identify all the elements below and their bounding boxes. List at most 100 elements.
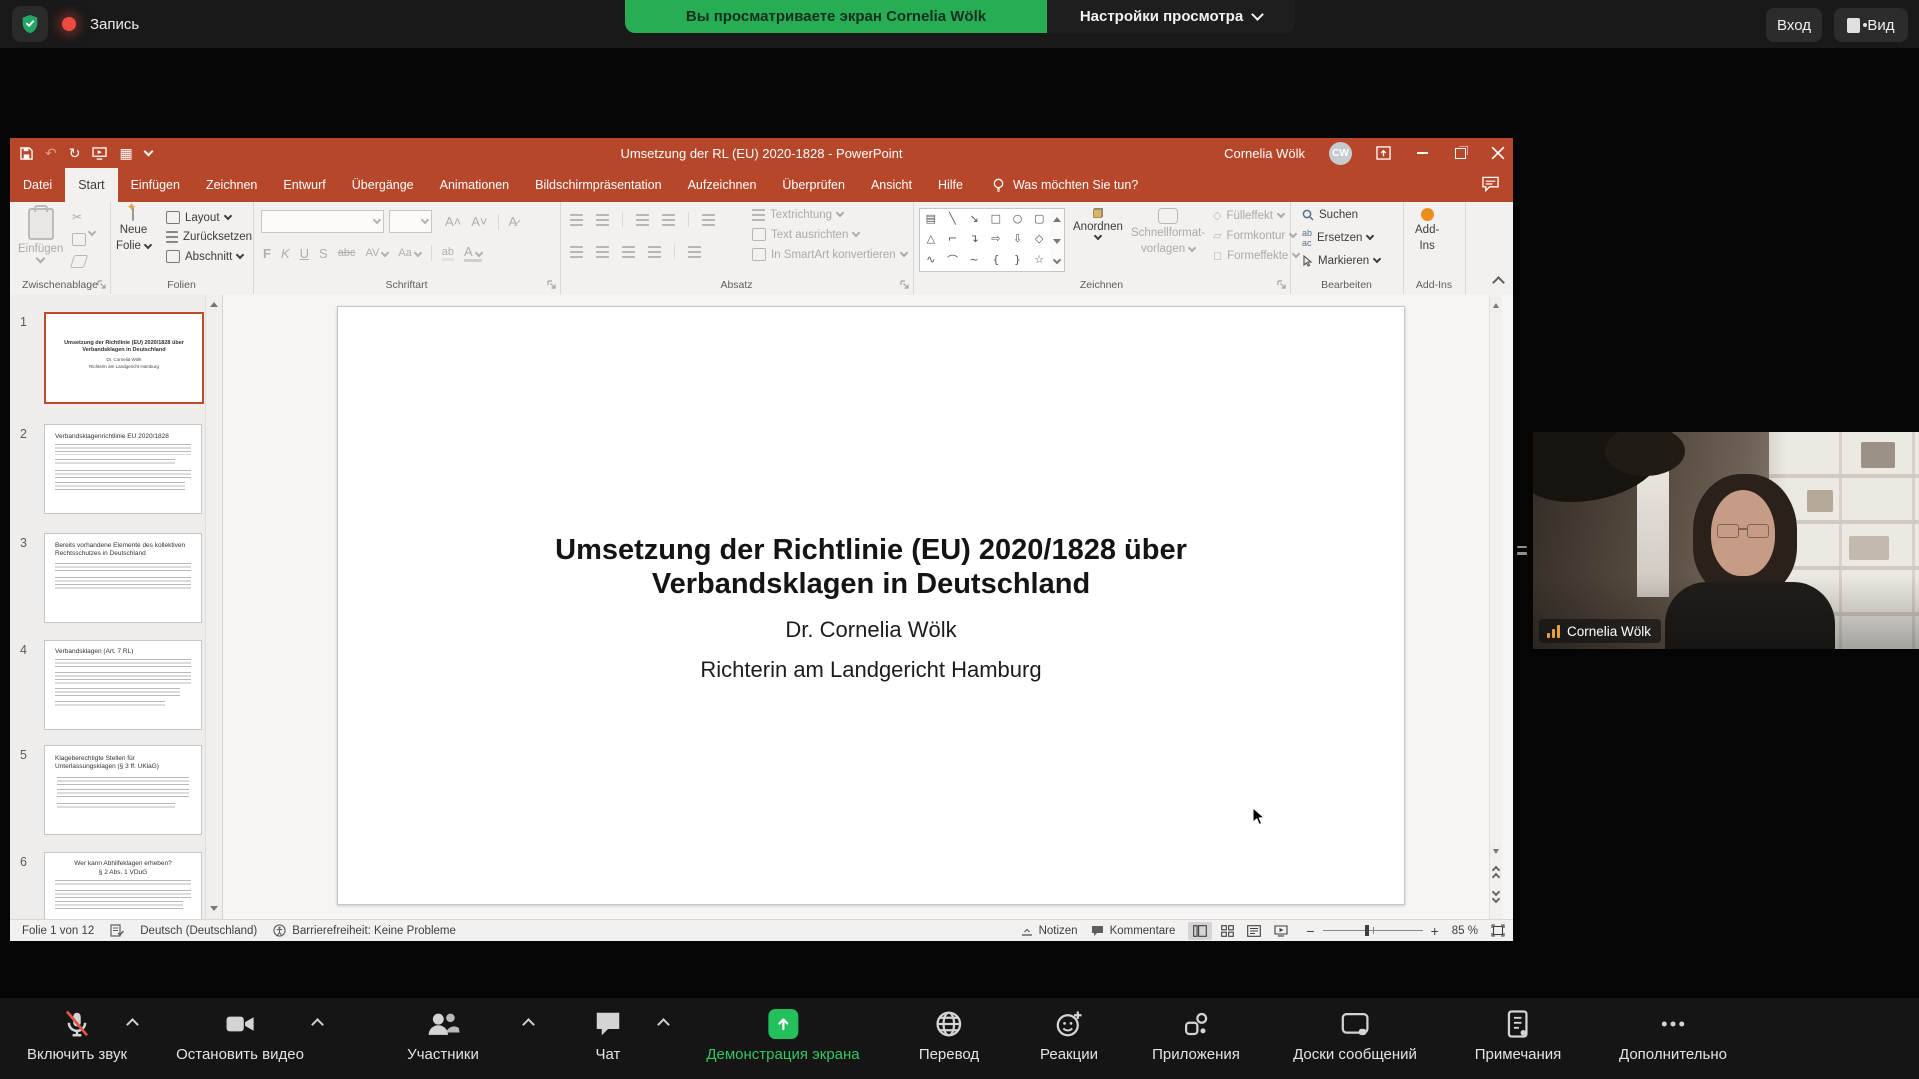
dialog-launcher-icon[interactable]	[97, 280, 106, 289]
char-spacing-icon[interactable]: AV	[365, 247, 388, 259]
normal-view-button[interactable]	[1188, 922, 1212, 940]
notes-toggle[interactable]: Notizen	[1021, 925, 1078, 937]
unmute-button[interactable]: Включить звук	[27, 1008, 127, 1063]
slide-sorter-view-button[interactable]	[1215, 922, 1239, 940]
recording-indicator[interactable]: Запись	[62, 0, 139, 48]
collapse-ribbon-icon[interactable]	[1492, 276, 1505, 289]
share-screen-button[interactable]: Демонстрация экрана	[706, 1008, 859, 1063]
tab-entwurf[interactable]: Entwurf	[270, 168, 338, 202]
slide-canvas[interactable]: Umsetzung der Richtlinie (EU) 2020/1828 …	[337, 306, 1405, 905]
grow-font-icon[interactable]: A˄	[445, 214, 461, 229]
fill-effect-button[interactable]: ◇Fülleffekt	[1213, 209, 1299, 222]
participants-options-chevron[interactable]	[522, 1018, 535, 1031]
fit-to-window-icon[interactable]	[1491, 924, 1505, 937]
strikethrough-icon[interactable]: abc	[338, 247, 356, 259]
tab-start[interactable]: Start	[65, 168, 117, 202]
dialog-launcher-icon[interactable]	[900, 280, 909, 289]
dialog-launcher-icon[interactable]	[1277, 280, 1286, 289]
translate-button[interactable]: Перевод	[919, 1008, 979, 1063]
font-size-combo[interactable]	[389, 210, 432, 233]
tab-aufzeichnen[interactable]: Aufzeichnen	[675, 168, 770, 202]
find-button[interactable]: Suchen	[1302, 209, 1380, 221]
language-status[interactable]: Deutsch (Deutschland)	[140, 925, 257, 937]
avatar[interactable]: CW	[1329, 142, 1352, 165]
more-button[interactable]: Дополнительно	[1619, 1008, 1727, 1063]
shapes-gallery[interactable]: ▤ ╲ ↘ □ ○ ▢ △ ⌐ ↴ ⇨ ⇩ ◇ ∿ ⌒ ~ { }	[919, 208, 1051, 272]
reactions-button[interactable]: Реакции	[1040, 1008, 1098, 1063]
previous-slide-button[interactable]	[1490, 865, 1502, 881]
slide-thumbnail-4[interactable]: Verbandsklagen (Art. 7 RL)	[44, 640, 202, 730]
scroll-down-icon[interactable]	[1490, 843, 1502, 859]
tab-animationen[interactable]: Animationen	[427, 168, 523, 202]
dialog-launcher-icon[interactable]	[547, 280, 556, 289]
paste-button[interactable]: Einfügen	[18, 208, 63, 262]
zoom-out-icon[interactable]: −	[1306, 923, 1314, 939]
slide-thumbnail-3[interactable]: Bereits vorhandene Elemente des kollekti…	[44, 533, 202, 623]
shapes-gallery-scroll[interactable]	[1050, 208, 1065, 272]
security-shield-button[interactable]	[12, 6, 48, 42]
bullets-icon[interactable]	[570, 214, 583, 226]
tab-ansicht[interactable]: Ansicht	[858, 168, 925, 202]
editor-scrollbar[interactable]	[1489, 295, 1502, 920]
cut-icon[interactable]: ✂	[72, 210, 95, 224]
start-presentation-icon[interactable]	[92, 147, 107, 160]
align-left-icon[interactable]	[570, 246, 583, 258]
table-icon[interactable]: ▦	[119, 146, 132, 160]
columns-icon[interactable]	[688, 246, 701, 258]
line-spacing-icon[interactable]	[702, 214, 715, 226]
reading-view-button[interactable]	[1242, 922, 1266, 940]
comments-icon[interactable]	[1482, 176, 1499, 192]
change-case-icon[interactable]: Aa	[398, 247, 420, 259]
zoom-slider-thumb[interactable]	[1365, 925, 1369, 936]
chat-options-chevron[interactable]	[657, 1018, 670, 1031]
shadow-icon[interactable]: S	[319, 246, 328, 261]
minimize-button[interactable]	[1415, 146, 1429, 160]
copy-icon[interactable]	[72, 233, 95, 246]
tab-uebergaenge[interactable]: Übergänge	[339, 168, 427, 202]
align-center-icon[interactable]	[596, 246, 609, 258]
section-button[interactable]: Abschnitt	[166, 250, 252, 263]
smartart-button[interactable]: In SmartArt konvertieren	[752, 248, 907, 261]
clear-format-icon[interactable]: A̷	[509, 214, 518, 229]
underline-icon[interactable]: U	[300, 246, 309, 261]
video-panel-handle[interactable]	[1516, 540, 1528, 560]
whiteboards-button[interactable]: Доски сообщений	[1293, 1008, 1417, 1063]
slide-thumbnail-6[interactable]: Wer kann Abhilfeklagen erheben? § 2 Abs.…	[44, 852, 202, 920]
format-painter-icon[interactable]	[72, 255, 95, 271]
highlight-icon[interactable]: ab	[442, 246, 454, 261]
zoom-percentage[interactable]: 85 %	[1452, 925, 1478, 937]
zoom-slider[interactable]: − +	[1306, 923, 1438, 939]
addins-button[interactable]: Add- Ins	[1415, 208, 1439, 253]
thumbnail-scrollbar[interactable]	[205, 295, 222, 920]
shape-effects-button[interactable]: ◻Formeffekte	[1213, 249, 1299, 262]
stop-video-button[interactable]: Остановить видео	[176, 1008, 304, 1063]
participant-video[interactable]: Cornelia Wölk	[1533, 432, 1919, 649]
accessibility-status[interactable]: Barrierefreiheit: Keine Probleme	[273, 924, 456, 937]
tab-einfuegen[interactable]: Einfügen	[118, 168, 193, 202]
align-right-icon[interactable]	[622, 246, 635, 258]
zoom-in-icon[interactable]: +	[1431, 923, 1439, 939]
italic-icon[interactable]: K	[281, 246, 290, 261]
account-name[interactable]: Cornelia Wölk	[1224, 146, 1305, 161]
close-button[interactable]	[1491, 146, 1505, 160]
qat-customize-icon[interactable]	[143, 146, 153, 156]
bold-icon[interactable]: F	[263, 246, 271, 261]
slide-thumbnail-1[interactable]: Umsetzung der Richtlinie (EU) 2020/1828 …	[44, 312, 204, 404]
shrink-font-icon[interactable]: A˅	[471, 214, 487, 229]
participants-button[interactable]: Участники	[407, 1008, 479, 1063]
next-slide-button[interactable]	[1490, 887, 1502, 903]
audio-options-chevron[interactable]	[126, 1018, 139, 1031]
view-settings-button[interactable]: Настройки просмотра	[1047, 0, 1295, 33]
chat-button[interactable]: Чат	[593, 1008, 623, 1063]
save-icon[interactable]	[20, 147, 33, 160]
increase-indent-icon[interactable]	[662, 214, 675, 226]
text-direction-button[interactable]: Textrichtung	[752, 209, 907, 221]
new-slide-button[interactable]: ✦ Neue Folie	[116, 208, 151, 254]
reset-button[interactable]: Zurücksetzen	[166, 231, 252, 243]
tab-datei[interactable]: Datei	[10, 168, 65, 202]
scroll-up-icon[interactable]	[206, 296, 222, 312]
tab-ueberpruefen[interactable]: Überprüfen	[769, 168, 858, 202]
tab-hilfe[interactable]: Hilfe	[925, 168, 976, 202]
spell-check-icon[interactable]	[110, 924, 124, 937]
replace-button[interactable]: abac Ersetzen	[1302, 228, 1380, 248]
